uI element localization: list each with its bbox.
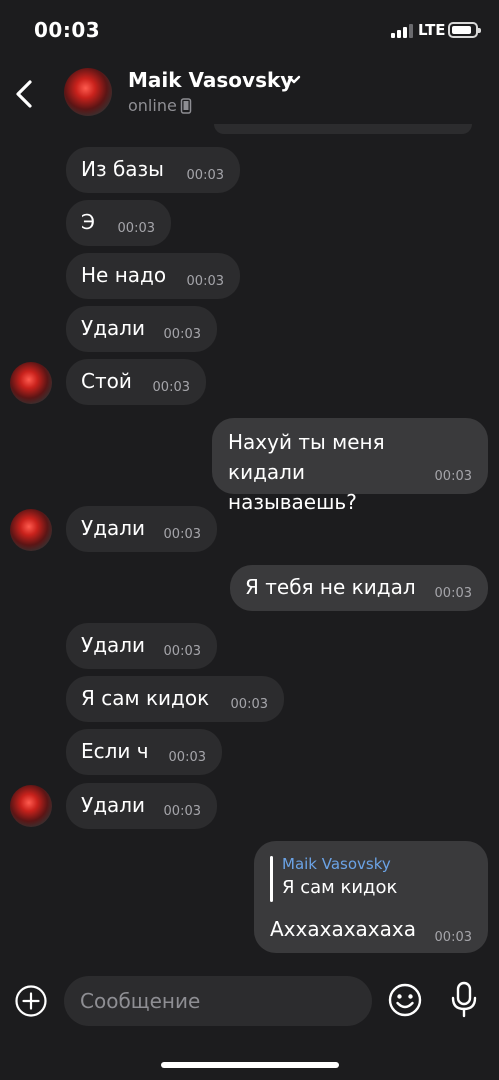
status-bar: 00:03 LTE	[0, 0, 499, 58]
message-time: 00:03	[117, 221, 155, 236]
chevron-down-icon[interactable]	[286, 72, 302, 88]
chevron-left-icon	[16, 80, 32, 108]
smiley-icon[interactable]	[387, 982, 423, 1018]
chat-screen: 00:03 LTE Maik Vasovsky online Из базы 0…	[0, 0, 499, 1080]
message-time: 00:03	[434, 930, 472, 945]
outgoing-message[interactable]: Maik Vasovsky Я сам кидок Аххахахахаха 00:0…	[254, 841, 488, 953]
reply-quoted-text[interactable]: Я сам кидок	[282, 877, 397, 898]
signal-strength-icon	[391, 24, 413, 38]
status-time: 00:03	[34, 18, 101, 42]
message-input[interactable]	[64, 976, 372, 1026]
incoming-message[interactable]: Из базы 00:03	[66, 147, 240, 193]
message-time: 00:03	[186, 168, 224, 183]
chat-header: Maik Vasovsky online	[0, 58, 499, 130]
message-text: Нахуй ты меня кидали называешь?	[228, 430, 385, 514]
incoming-message[interactable]: Удали 00:03	[66, 306, 217, 352]
message-time: 00:03	[230, 697, 268, 712]
battery-icon	[448, 22, 481, 38]
signal-bar-4	[409, 24, 413, 38]
reply-quote-bar	[270, 856, 273, 902]
message-time: 00:03	[163, 644, 201, 659]
contact-avatar[interactable]	[64, 68, 112, 116]
contact-name[interactable]: Maik Vasovsky	[128, 68, 293, 92]
message-time: 00:03	[152, 380, 190, 395]
message-time: 00:03	[168, 750, 206, 765]
incoming-message[interactable]: Удали 00:03	[66, 506, 217, 552]
reply-author[interactable]: Maik Vasovsky	[282, 855, 391, 873]
incoming-message[interactable]: Стой 00:03	[66, 359, 206, 405]
sender-avatar[interactable]	[10, 509, 52, 551]
message-text: Удали	[81, 316, 146, 340]
microphone-icon[interactable]	[450, 981, 478, 1019]
battery-level	[452, 26, 471, 34]
incoming-message[interactable]: Я сам кидок 00:03	[66, 676, 284, 722]
message-text: Не надо	[81, 263, 167, 287]
message-text: Если ч	[81, 739, 149, 763]
phone-icon	[180, 98, 192, 114]
incoming-message[interactable]: Удали 00:03	[66, 623, 217, 669]
message-text: Я сам кидок	[81, 686, 210, 710]
message-input-bar	[0, 966, 499, 1036]
incoming-message[interactable]: Э 00:03	[66, 200, 171, 246]
message-text: Аххахахахаха	[270, 917, 416, 941]
message-text: Из базы	[81, 157, 164, 181]
plus-circle-icon[interactable]	[14, 984, 48, 1018]
sender-avatar[interactable]	[10, 785, 52, 827]
message-text: Стой	[81, 369, 132, 393]
incoming-message[interactable]: Не надо 00:03	[66, 253, 240, 299]
message-text: Э	[81, 210, 95, 234]
sender-avatar[interactable]	[10, 362, 52, 404]
message-time: 00:03	[163, 327, 201, 342]
incoming-message[interactable]: Если ч 00:03	[66, 729, 222, 775]
message-text: Удали	[81, 633, 146, 657]
message-time: 00:03	[186, 274, 224, 289]
message-text: Я тебя не кидал	[245, 575, 416, 599]
back-button[interactable]	[6, 72, 46, 116]
home-indicator	[161, 1062, 339, 1068]
message-text: Удали	[81, 793, 146, 817]
outgoing-message[interactable]: Я тебя не кидал 00:03	[230, 565, 488, 611]
message-time: 00:03	[434, 469, 472, 484]
previous-message-edge	[214, 124, 472, 134]
message-text: Удали	[81, 516, 146, 540]
message-time: 00:03	[434, 586, 472, 601]
contact-status: online	[128, 96, 177, 115]
signal-bar-3	[403, 27, 407, 38]
message-time: 00:03	[163, 527, 201, 542]
signal-bar-2	[397, 30, 401, 38]
message-time: 00:03	[163, 804, 201, 819]
signal-bar-1	[391, 33, 395, 38]
network-type: LTE	[418, 21, 446, 39]
outgoing-message[interactable]: Нахуй ты меня кидали называешь? 00:03	[212, 418, 488, 514]
incoming-message[interactable]: Удали 00:03	[66, 783, 217, 829]
